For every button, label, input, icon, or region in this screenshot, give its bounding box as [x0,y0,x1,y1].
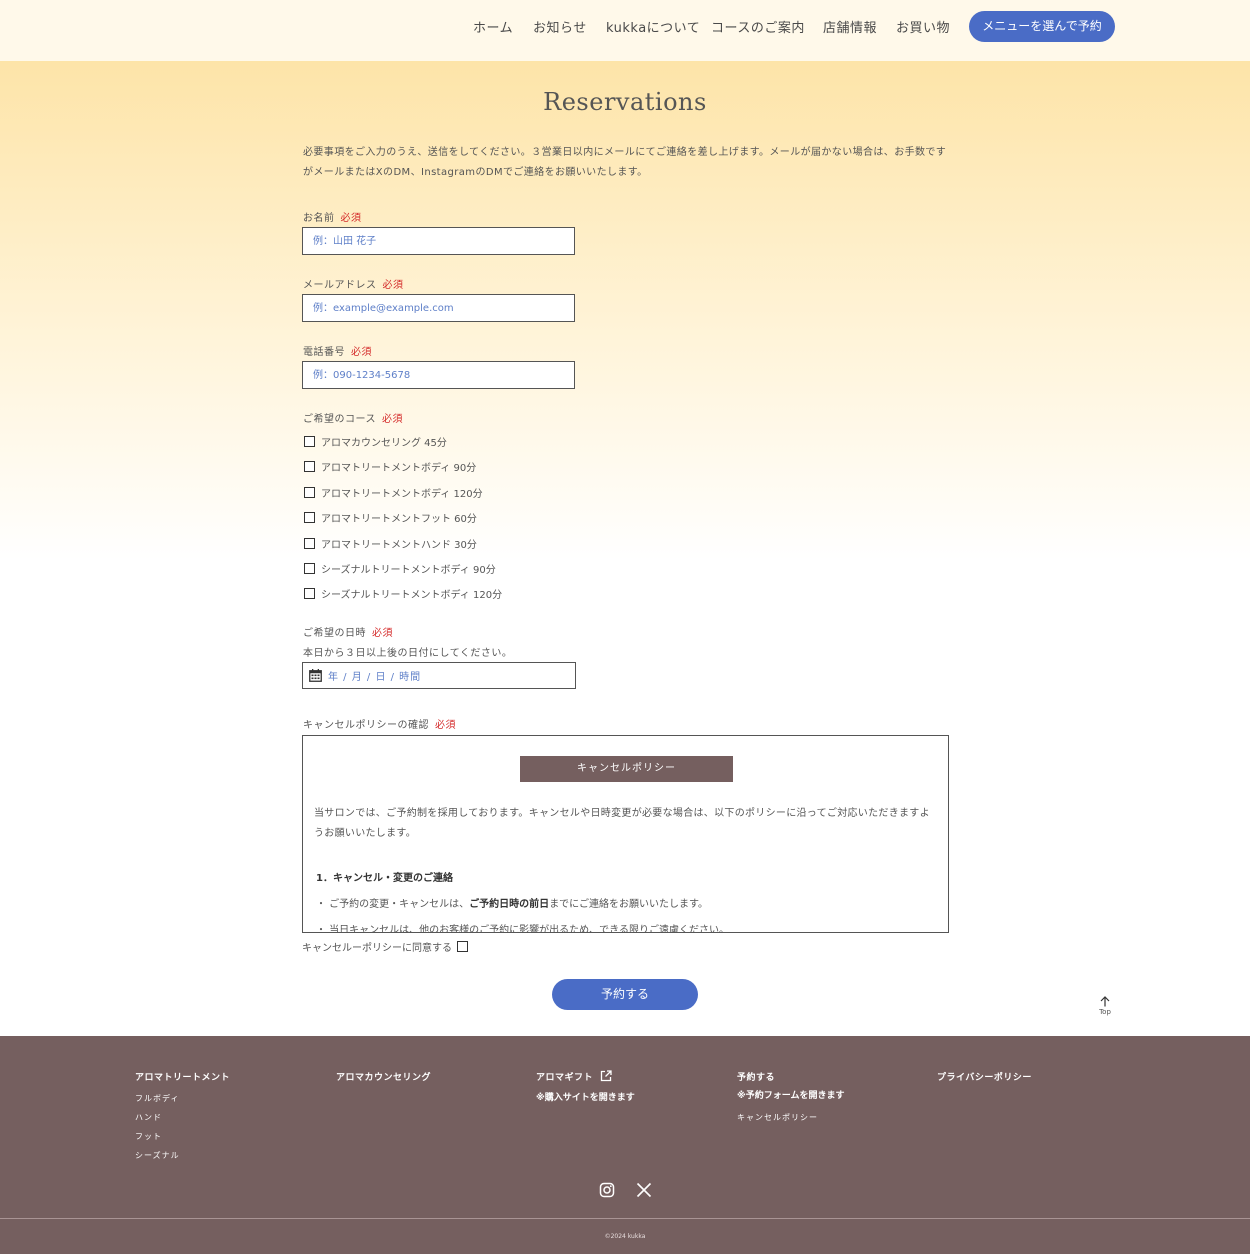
nav-home[interactable]: ホーム [473,17,513,36]
policy-heading: キャンセルポリシー [520,756,733,782]
footer-reserve-heading[interactable]: 予約する [737,1070,775,1083]
back-to-top[interactable]: Top [1092,996,1118,1016]
agree-policy[interactable]: キャンセルーポリシーに同意する [302,939,468,954]
footer-reserve-note: ※予約フォームを開きます [737,1091,845,1101]
intro-text: 必要事項をご入力のうえ、送信をしてください。３営業日以内にメールにてご連絡を差し… [303,147,947,178]
footer-link-seasonal[interactable]: シーズナル [135,1150,180,1161]
footer-link-fullbody[interactable]: フルボディ [135,1093,179,1104]
required-badge: 必須 [382,414,403,425]
required-badge: 必須 [382,280,404,291]
course-option[interactable]: アロマトリートメントボディ 120分 [304,485,483,500]
site-header: ホーム お知らせ kukkaについて コースのご案内 店舗情報 お買い物 メニュ… [0,0,1250,61]
checkbox[interactable] [304,486,315,498]
instagram-icon[interactable] [599,1182,615,1198]
agree-checkbox[interactable] [457,941,468,952]
footer-gift-note: ※購入サイトを開きます [536,1093,635,1103]
footer-treatment-heading[interactable]: アロマトリートメント [135,1070,230,1083]
course-option[interactable]: アロマトリートメントハンド 30分 [304,536,477,551]
arrow-up-icon [1100,996,1110,1007]
main-nav: ホーム お知らせ kukkaについて コースのご案内 店舗情報 お買い物 メニュ… [0,0,1250,61]
required-badge: 必須 [340,213,362,224]
nav-about[interactable]: kukkaについて [606,17,700,36]
nav-courses[interactable]: コースのご案内 [711,17,805,36]
site-footer: アロマトリートメント フルボディ ハンド フット シーズナル アロマカウンセリン… [0,1036,1250,1254]
book-menu-button[interactable]: メニューを選んで予約 [969,11,1115,42]
datetime-label: ご希望の日時 必須 [303,628,393,639]
email-input[interactable] [302,294,575,322]
required-badge: 必須 [372,628,393,639]
policy-scrollbox[interactable]: キャンセルポリシー 当サロンでは、ご予約制を採用しております。キャンセルや日時変… [302,735,949,933]
course-option[interactable]: アロマトリートメントフット 60分 [304,510,477,525]
datetime-input[interactable]: 年 / 月 / 日 / 時間 [302,662,576,689]
checkbox[interactable] [304,435,315,447]
footer-link-foot[interactable]: フット [135,1131,162,1142]
checkbox[interactable] [304,537,315,549]
footer-link-cancel-policy[interactable]: キャンセルポリシー [737,1112,818,1123]
footer-privacy-heading[interactable]: プライバシーポリシー [937,1070,1032,1083]
x-icon[interactable] [636,1182,652,1198]
calendar-icon [309,669,322,682]
datetime-placeholder: 年 / 月 / 日 / 時間 [328,672,422,683]
course-option[interactable]: シーズナルトリートメントボディ 90分 [304,561,496,576]
policy-section-title: 1．キャンセル・変更のご連絡 [316,873,453,884]
course-option[interactable]: シーズナルトリートメントボディ 120分 [304,586,502,601]
submit-button[interactable]: 予約する [552,979,698,1010]
course-option[interactable]: アロマトリートメントボディ 90分 [304,459,476,474]
policy-item: ・ ご予約の変更・キャンセルは、ご予約日時の前日までにご連絡をお願いいたします。 [316,899,708,910]
footer-divider [0,1218,1250,1219]
checkbox[interactable] [304,562,315,574]
phone-input[interactable] [302,361,575,389]
datetime-note: 本日から３日以上後の日付にしてください。 [303,648,513,659]
copyright: ©2024 kukka [604,1233,646,1240]
footer-link-hand[interactable]: ハンド [135,1112,162,1123]
required-badge: 必須 [351,347,372,358]
name-label: お名前 必須 [303,213,362,224]
checkbox[interactable] [304,460,315,472]
policy-item: ・ 当日キャンセルは、他のお客様のご予約に影響が出るため、できる限りご遠慮くださ… [316,925,729,933]
checkbox[interactable] [304,511,315,523]
course-option[interactable]: アロマカウンセリング 45分 [304,434,447,449]
nav-shopping[interactable]: お買い物 [896,17,950,36]
policy-label: キャンセルポリシーの確認 必須 [303,720,456,731]
email-label: メールアドレス 必須 [303,280,404,291]
nav-news[interactable]: お知らせ [533,17,587,36]
phone-label: 電話番号 必須 [303,347,372,358]
name-input[interactable] [302,227,575,255]
external-link-icon [600,1070,612,1082]
page-title: Reservations [543,88,707,116]
course-label: ご希望のコース 必須 [303,414,403,425]
footer-gift-heading[interactable]: アロマギフト [536,1070,612,1083]
footer-counseling-heading[interactable]: アロマカウンセリング [336,1070,431,1083]
required-badge: 必須 [435,720,456,731]
nav-shop-info[interactable]: 店舗情報 [823,17,877,36]
checkbox[interactable] [304,587,315,599]
policy-paragraph: 当サロンでは、ご予約制を採用しております。キャンセルや日時変更が必要な場合は、以… [314,808,930,839]
